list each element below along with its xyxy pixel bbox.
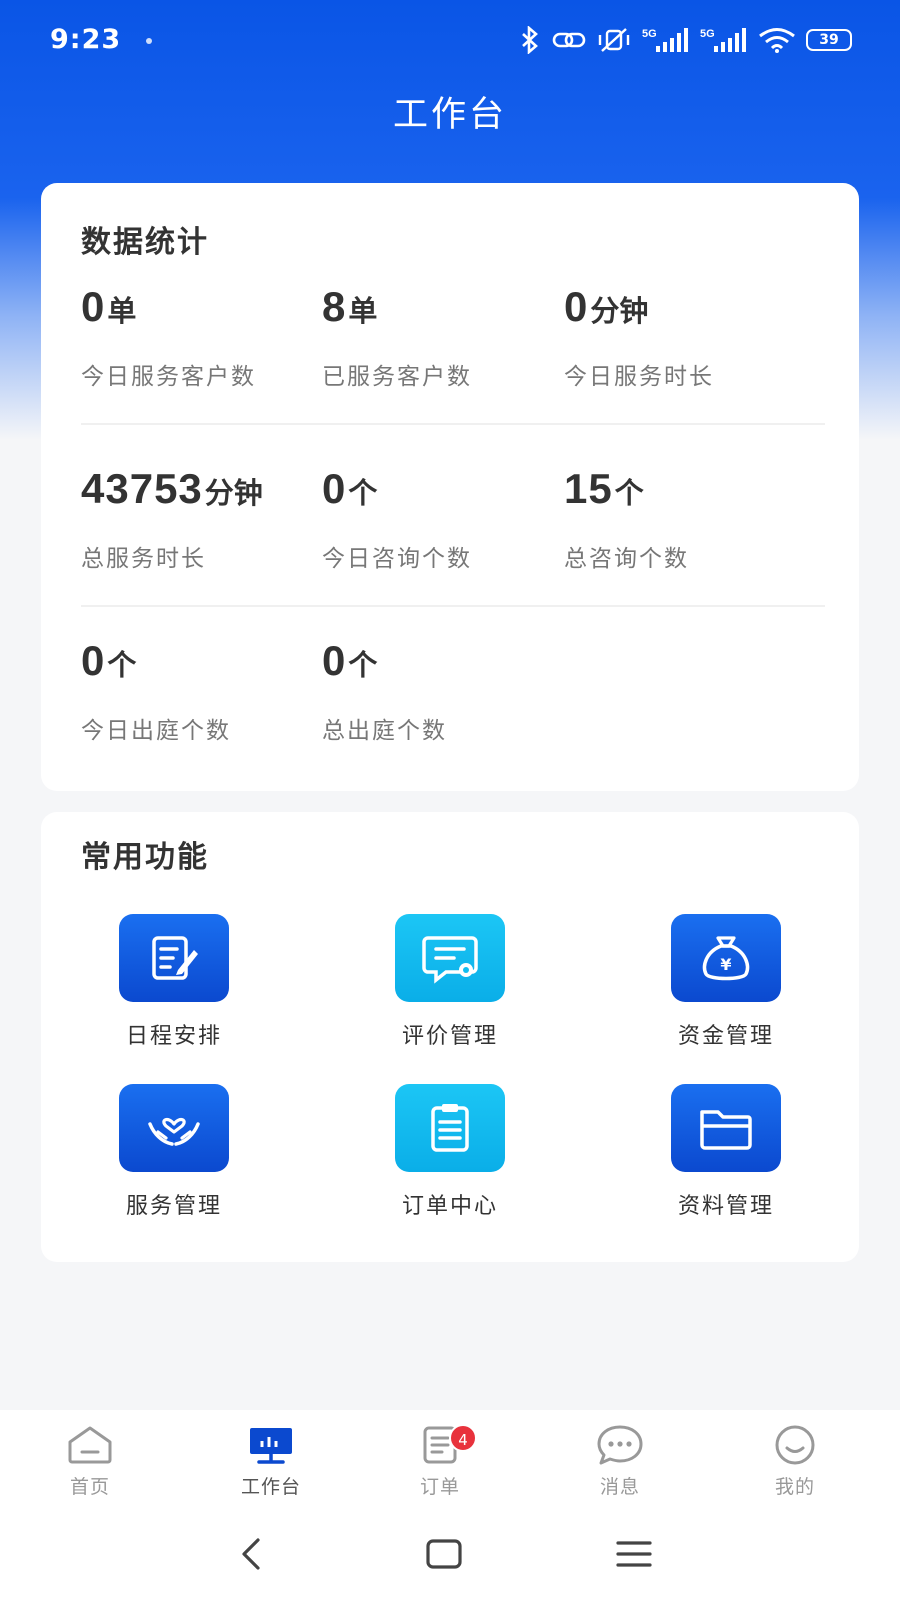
divider (81, 423, 825, 425)
stat-value: 8 (322, 283, 347, 330)
tab-workbench[interactable]: 工作台 (221, 1424, 321, 1499)
hands-heart-icon[interactable] (119, 1084, 229, 1172)
tab-label: 首页 (69, 1476, 110, 1498)
profile-icon (775, 1425, 815, 1465)
battery-icon: 39 (806, 29, 852, 51)
stat-value: 0 (81, 283, 106, 330)
stat-unit: 单 (107, 294, 137, 328)
stat-value: 15 (564, 465, 613, 512)
signal-5g-icon-2: 5G (700, 28, 746, 52)
stat-total-consultations: 15 个 总咨询个数 (564, 465, 804, 573)
svg-text:5G: 5G (700, 28, 715, 40)
order-badge: 4 (449, 1424, 477, 1452)
stat-label: 总咨询个数 (564, 546, 689, 572)
stat-value: 0 (81, 637, 106, 684)
stat-label: 已服务客户数 (322, 364, 472, 390)
stat-today-served-clients: 0单 今日服务客户数 (81, 283, 321, 391)
tab-home[interactable]: 首页 (40, 1424, 140, 1499)
status-bar: 9:23 5G 5G 39 (0, 0, 900, 82)
page-title: 工作台 (392, 95, 507, 135)
func-documents[interactable]: 资料管理 (636, 1084, 816, 1220)
home-button-icon[interactable] (424, 1534, 464, 1574)
func-label: 资金管理 (677, 1024, 774, 1049)
status-time: 9:23 (50, 24, 122, 55)
stat-value: 0 (564, 283, 589, 330)
stats-title: 数据统计 (81, 225, 209, 260)
func-label: 服务管理 (125, 1194, 222, 1219)
stat-total-service-duration: 43753 分钟 总服务时长 (81, 465, 341, 573)
func-label: 日程安排 (125, 1024, 222, 1049)
func-review[interactable]: 评价管理 (360, 914, 540, 1050)
func-label: 资料管理 (677, 1194, 774, 1219)
functions-title: 常用功能 (81, 840, 209, 875)
stat-today-service-duration: 0 分钟 今日服务时长 (564, 283, 804, 391)
folder-icon[interactable] (671, 1084, 781, 1172)
stat-label: 总服务时长 (81, 546, 206, 572)
tab-label: 工作台 (240, 1476, 301, 1498)
stat-unit: 分钟 (204, 476, 263, 510)
tab-orders[interactable]: 4 订单 (390, 1424, 490, 1499)
money-bag-icon[interactable]: ¥ (671, 914, 781, 1002)
link-icon (552, 32, 586, 48)
stat-unit: 个 (107, 648, 137, 682)
message-icon (597, 1425, 643, 1465)
stat-served-clients: 8单 已服务客户数 (322, 283, 562, 391)
stat-label: 今日咨询个数 (322, 546, 472, 572)
menu-icon[interactable] (614, 1534, 654, 1574)
functions-card: 常用功能 日程安排 评价管理 ¥ 资金管理 服务管理 订单中心 资料管理 (41, 812, 859, 1262)
stat-label: 今日出庭个数 (81, 718, 231, 744)
back-icon[interactable] (236, 1534, 266, 1574)
stat-unit: 个 (348, 476, 378, 510)
tab-label: 订单 (419, 1476, 460, 1498)
tab-messages[interactable]: 消息 (570, 1424, 670, 1499)
system-nav-bar (0, 1520, 900, 1600)
clipboard-icon[interactable] (395, 1084, 505, 1172)
notification-dot-icon (146, 38, 152, 44)
signal-5g-icon: 5G (642, 28, 688, 52)
stat-unit: 分钟 (590, 294, 649, 328)
stat-label: 今日服务客户数 (81, 364, 256, 390)
stat-total-court-appearances: 0个 总出庭个数 (322, 637, 562, 745)
tab-bar: 首页 工作台 4 订单 消息 我的 (0, 1410, 900, 1520)
stat-today-court-appearances: 0个 今日出庭个数 (81, 637, 321, 745)
tab-label: 我的 (774, 1476, 815, 1498)
tab-label: 消息 (599, 1476, 640, 1498)
status-icons: 5G 5G 39 (518, 26, 852, 54)
svg-text:5G: 5G (642, 28, 657, 40)
func-label: 订单中心 (401, 1194, 498, 1219)
func-funds[interactable]: ¥ 资金管理 (636, 914, 816, 1050)
stat-value: 0 (322, 637, 347, 684)
schedule-edit-icon[interactable] (119, 914, 229, 1002)
func-schedule[interactable]: 日程安排 (84, 914, 264, 1050)
review-message-icon[interactable] (395, 914, 505, 1002)
stat-label: 总出庭个数 (322, 718, 447, 744)
stat-unit: 个 (348, 648, 378, 682)
func-service[interactable]: 服务管理 (84, 1084, 264, 1220)
stat-unit: 单 (348, 294, 378, 328)
stat-today-consultations: 0个 今日咨询个数 (322, 465, 562, 573)
home-icon (68, 1426, 112, 1464)
divider (81, 605, 825, 607)
stat-value: 43753 (81, 465, 203, 512)
bluetooth-icon (522, 26, 538, 54)
mute-vibrate-icon (598, 28, 630, 52)
stats-card: 数据统计 0单 今日服务客户数 8单 已服务客户数 0 分钟 今日服务时长 437… (41, 183, 859, 791)
stat-value: 0 (322, 465, 347, 512)
svg-text:¥: ¥ (720, 955, 731, 974)
func-label: 评价管理 (401, 1024, 498, 1049)
tab-profile[interactable]: 我的 (745, 1424, 845, 1499)
stat-unit: 个 (614, 476, 644, 510)
func-order-center[interactable]: 订单中心 (360, 1084, 540, 1220)
stat-label: 今日服务时长 (564, 364, 714, 390)
workbench-icon (250, 1428, 292, 1464)
wifi-icon (759, 28, 795, 53)
